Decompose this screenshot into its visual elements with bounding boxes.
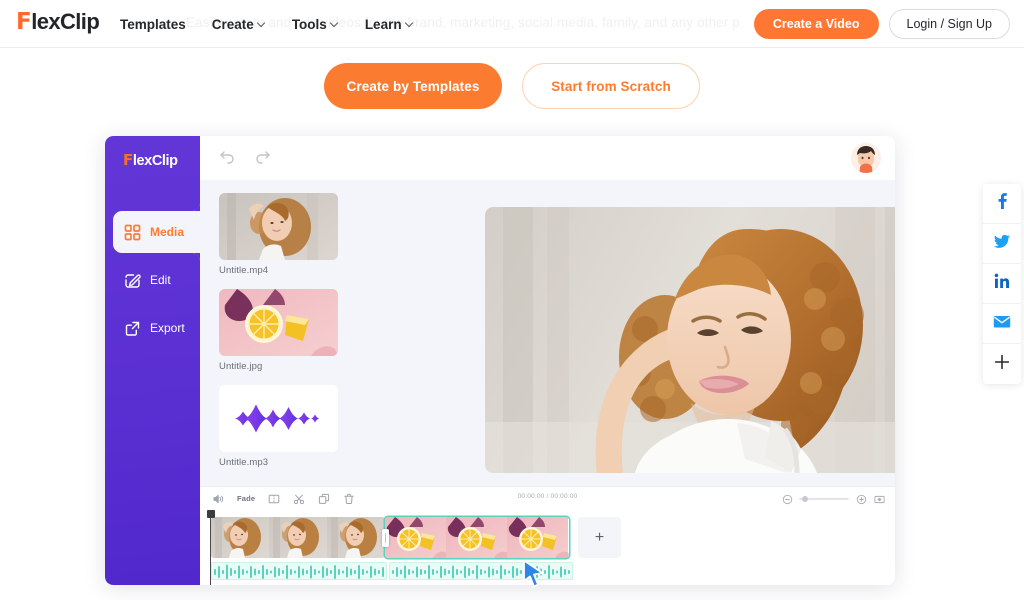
nav-links: Templates Create Tools Learn <box>120 0 414 48</box>
editor-topbar <box>105 136 895 180</box>
undo-redo-group <box>217 148 273 168</box>
logo-accent-letter: F <box>123 151 133 169</box>
video-preview[interactable] <box>485 207 895 473</box>
sidebar-item-edit[interactable]: Edit <box>105 259 200 301</box>
email-icon <box>993 314 1011 334</box>
editor-mockup: F lexClip Media Edit Export Untitle.mp4 … <box>105 136 895 585</box>
sidebar-item-label: Edit <box>150 273 171 287</box>
nav-item-label: Templates <box>120 16 186 32</box>
audio-track <box>211 562 573 580</box>
zoom-out-icon[interactable] <box>781 493 793 505</box>
chevron-down-icon <box>406 19 414 27</box>
media-item-video[interactable]: Untitle.mp4 <box>219 193 364 276</box>
timeline-tracks: + <box>200 510 895 585</box>
share-button-email[interactable] <box>983 304 1021 344</box>
add-clip-button[interactable]: + <box>578 517 621 558</box>
more-share-icon <box>994 354 1010 375</box>
mouse-cursor <box>521 559 547 594</box>
video-track: + <box>211 517 621 558</box>
list-item[interactable] <box>211 562 387 580</box>
sidebar-item-label: Media <box>150 225 185 239</box>
media-thumbnail <box>219 289 338 356</box>
twitter-icon <box>993 232 1011 255</box>
timeline-toolbar: Fade 00:00:00 / 00:00:00 <box>200 487 895 510</box>
playhead-handle[interactable] <box>206 510 215 518</box>
media-item-label: Untitle.jpg <box>219 361 263 372</box>
media-item-label: Untitle.mp3 <box>219 457 269 468</box>
nav-actions: Create a Video Login / Sign Up <box>753 9 1010 39</box>
zoom-slider[interactable] <box>799 496 849 502</box>
timeline-zoom-controls <box>781 493 885 505</box>
media-item-label: Untitle.mp4 <box>219 265 269 276</box>
logo-text: lexClip <box>31 9 100 34</box>
linkedin-icon <box>993 272 1011 295</box>
share-button-linkedin[interactable] <box>983 264 1021 304</box>
zoom-in-icon[interactable] <box>855 493 867 505</box>
login-signup-button[interactable]: Login / Sign Up <box>888 9 1010 39</box>
table-row[interactable] <box>385 517 569 558</box>
media-item-audio[interactable]: Untitle.mp3 <box>219 385 364 468</box>
logo-accent-letter: F <box>16 9 32 35</box>
nav-item-tools[interactable]: Tools <box>292 17 339 32</box>
sidebar-item-media[interactable]: Media <box>113 202 200 262</box>
nav-item-learn[interactable]: Learn <box>365 17 414 32</box>
share-button-facebook[interactable] <box>983 184 1021 224</box>
redo-icon[interactable] <box>253 148 273 168</box>
sidebar-item-label: Export <box>150 321 185 335</box>
export-arrow-icon <box>124 320 141 337</box>
nav-item-create[interactable]: Create <box>212 17 266 32</box>
zoom-slider-handle[interactable] <box>802 496 808 502</box>
media-thumbnail <box>219 193 338 260</box>
cta-button-row: Create by Templates Start from Scratch <box>0 63 1024 109</box>
nav-item-templates[interactable]: Templates <box>120 17 186 32</box>
playhead[interactable] <box>206 510 215 585</box>
user-avatar[interactable] <box>851 143 881 173</box>
start-from-scratch-button[interactable]: Start from Scratch <box>522 63 700 109</box>
nav-item-label: Tools <box>291 16 327 32</box>
pencil-square-icon <box>124 272 141 289</box>
editor-sidebar: F lexClip Media Edit Export <box>105 136 200 585</box>
fit-to-screen-icon[interactable] <box>873 493 885 505</box>
media-item-image[interactable]: Untitle.jpg <box>219 289 364 372</box>
nav-item-label: Create <box>211 16 254 32</box>
editor-sidebar-logo: F lexClip <box>123 153 178 169</box>
editor-sidebar-items: Media Edit Export <box>105 202 200 355</box>
share-button-more[interactable] <box>983 344 1021 384</box>
nav-item-label: Learn <box>364 16 402 32</box>
social-share-rail <box>983 184 1021 384</box>
create-by-templates-button[interactable]: Create by Templates <box>324 63 502 109</box>
create-a-video-button[interactable]: Create a Video <box>753 9 879 39</box>
flexclip-logo[interactable]: F lexClip <box>16 9 100 35</box>
clip-trim-handle[interactable] <box>381 528 389 547</box>
logo-text: lexClip <box>132 153 178 169</box>
media-thumbnail <box>219 385 338 452</box>
page-root: Easily create and edit videos for the br… <box>0 0 1024 600</box>
chevron-down-icon <box>258 19 266 27</box>
facebook-icon <box>993 192 1011 215</box>
grid-icon <box>124 224 141 241</box>
top-navigation-bar: Easily create and edit videos for the br… <box>0 0 1024 48</box>
table-row[interactable] <box>211 517 385 558</box>
undo-icon[interactable] <box>217 148 237 168</box>
timeline-panel: Fade 00:00:00 / 00:00:00 + <box>200 486 895 585</box>
sidebar-item-export[interactable]: Export <box>105 307 200 349</box>
share-button-twitter[interactable] <box>983 224 1021 264</box>
chevron-down-icon <box>331 19 339 27</box>
